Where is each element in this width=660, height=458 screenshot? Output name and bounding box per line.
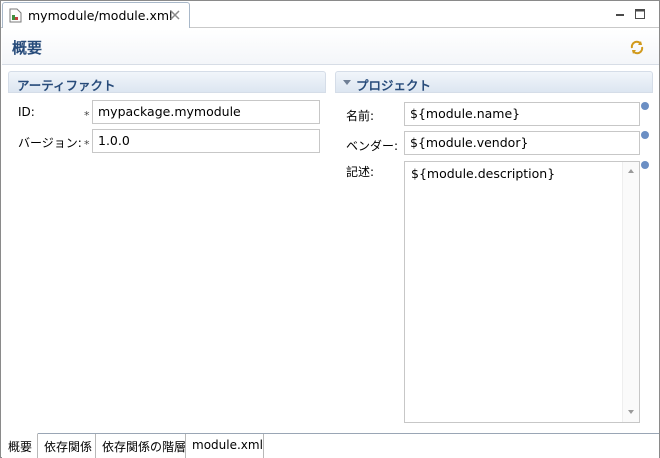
page-title: 概要: [12, 39, 43, 57]
scrollbar[interactable]: [622, 162, 639, 422]
editor-tab-module-xml[interactable]: mymodule/module.xml: [2, 2, 190, 28]
version-field[interactable]: 1.0.0: [92, 129, 320, 153]
vendor-label: ベンダー:: [346, 139, 399, 153]
description-label: 記述:: [346, 165, 375, 179]
sync-icon[interactable]: [629, 39, 645, 55]
editor-tab-strip: mymodule/module.xml: [1, 1, 659, 28]
tab-dependencies[interactable]: 依存関係: [38, 434, 96, 458]
tab-dependency-hierarchy[interactable]: 依存関係の階層: [96, 434, 186, 458]
project-section-title: プロジェクト: [356, 78, 432, 93]
close-icon[interactable]: [169, 9, 181, 21]
artifact-section-title: アーティファクト: [17, 78, 116, 93]
editor-tab-title: mymodule/module.xml: [28, 8, 173, 23]
vendor-field[interactable]: ${module.vendor}: [404, 131, 640, 155]
module-file-icon: [9, 8, 22, 23]
description-text: ${module.description}: [411, 166, 556, 181]
name-label: 名前:: [346, 109, 375, 123]
id-label: ID:: [18, 105, 35, 119]
name-field[interactable]: ${module.name}: [404, 102, 640, 126]
maximize-icon[interactable]: [633, 7, 647, 21]
chevron-down-icon[interactable]: [343, 80, 351, 85]
info-icon: [641, 102, 649, 110]
description-textarea[interactable]: ${module.description}: [404, 161, 640, 423]
info-icon: [641, 161, 649, 169]
id-field[interactable]: mypackage.mymodule: [92, 100, 320, 124]
minimize-icon[interactable]: [613, 7, 627, 21]
page-tab-strip: 概要 依存関係 依存関係の階層 module.xml: [2, 433, 659, 458]
version-label: バージョン:: [18, 136, 82, 150]
tab-overview[interactable]: 概要: [2, 433, 38, 458]
artifact-section-header: アーティファクト: [8, 71, 326, 93]
form-header: 概要: [2, 29, 659, 65]
info-icon: [641, 131, 649, 139]
scroll-down-icon[interactable]: [628, 410, 634, 414]
editor-window: mymodule/module.xml 概要 アーティファクト ID: * my…: [0, 0, 660, 458]
required-marker: *: [84, 138, 90, 151]
project-section-header[interactable]: プロジェクト: [335, 71, 653, 93]
required-marker: *: [84, 109, 90, 122]
scroll-up-icon[interactable]: [628, 169, 634, 173]
tab-module-xml[interactable]: module.xml: [186, 434, 264, 458]
